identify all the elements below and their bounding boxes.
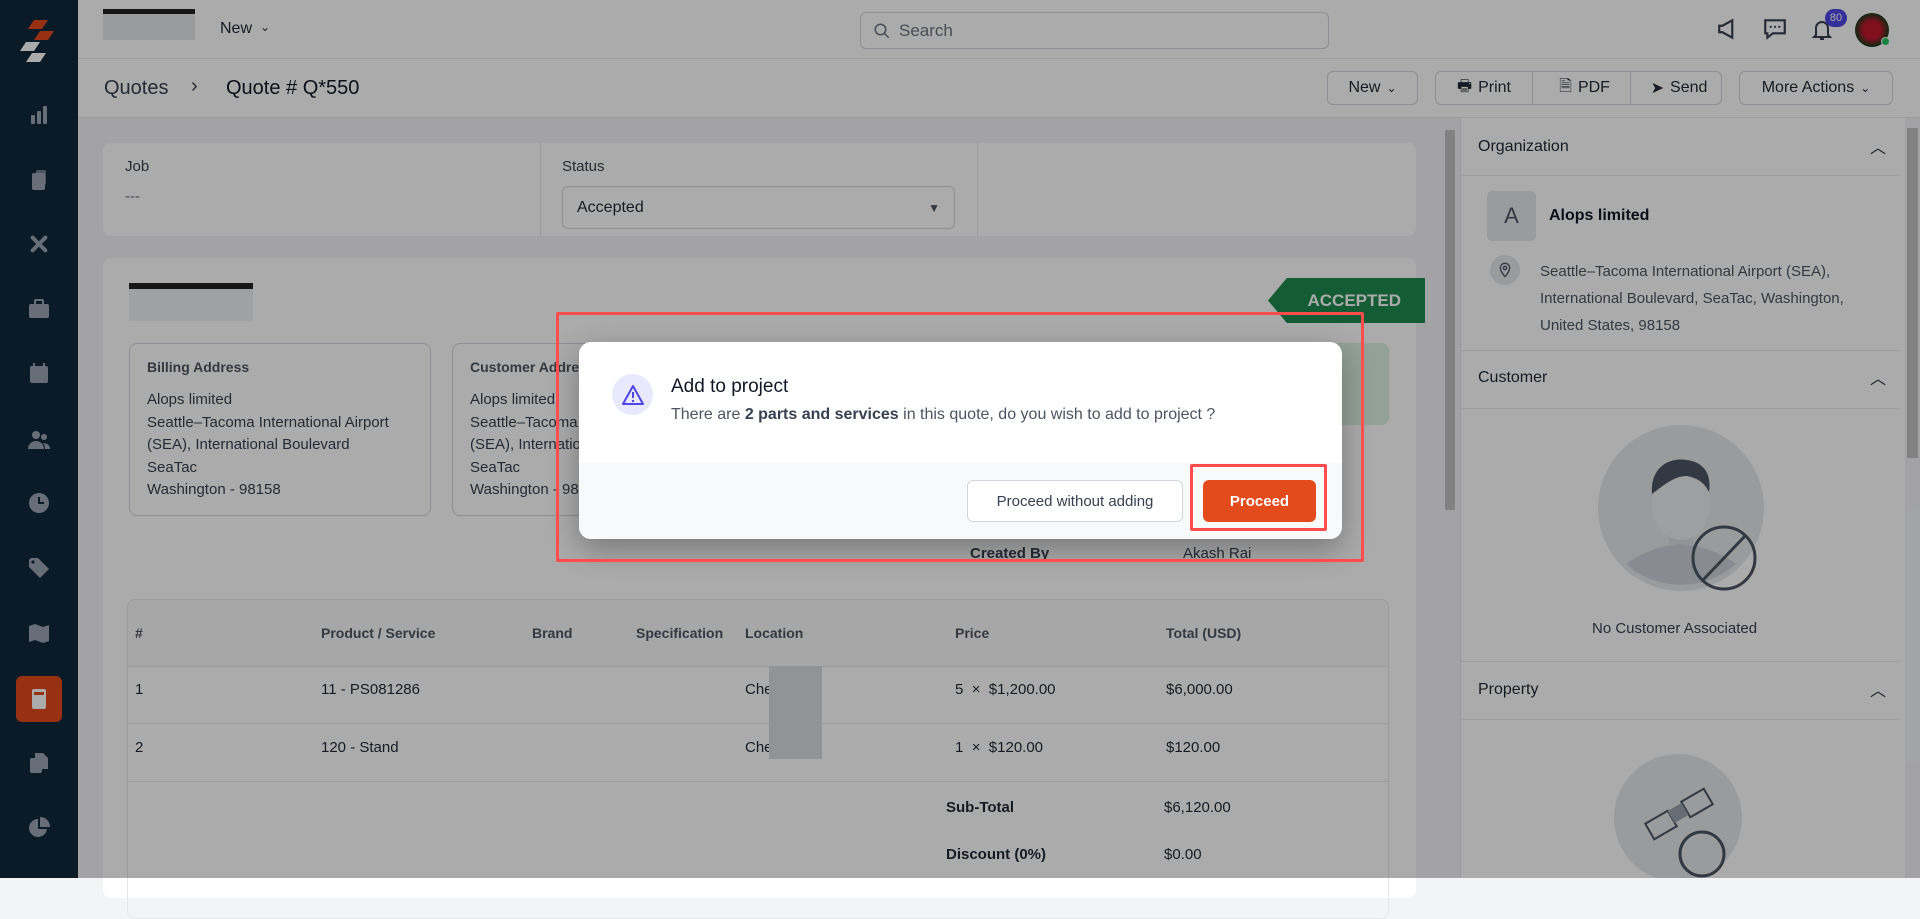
highlight-box-proceed: [1190, 464, 1327, 531]
